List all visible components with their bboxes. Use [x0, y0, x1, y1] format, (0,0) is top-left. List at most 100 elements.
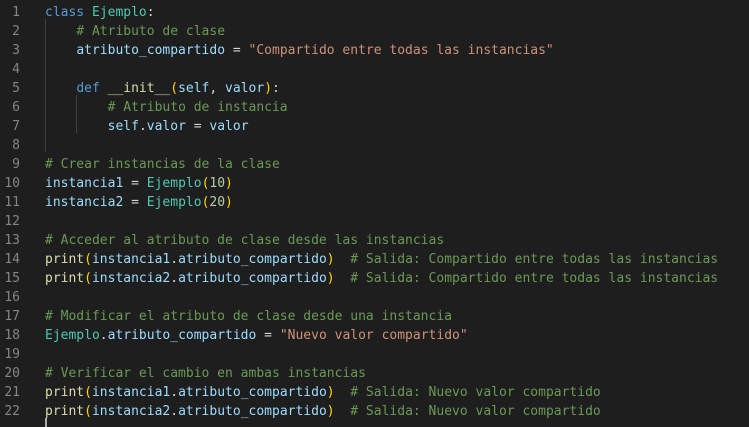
code-line[interactable]: 6 # Atributo de instancia: [0, 98, 749, 117]
code-line[interactable]: 10 instancia1 = Ejemplo(10): [0, 174, 749, 193]
code-line[interactable]: 21 print(instancia1.atributo_compartido) …: [0, 383, 749, 402]
line-number: 3: [12, 43, 20, 58]
code-line[interactable]: 7 self.valor = valor: [0, 117, 749, 136]
line-code[interactable]: # Verificar el cambio en ambas instancia…: [45, 364, 366, 383]
line-number: 6: [12, 100, 20, 115]
code-token: (: [84, 252, 92, 267]
code-token: # Atributo de instancia: [107, 100, 288, 115]
code-token: valor: [225, 81, 265, 96]
code-line[interactable]: 3 atributo_compartido = "Compartido entr…: [0, 41, 749, 60]
code-line[interactable]: 11 instancia2 = Ejemplo(20): [0, 193, 749, 212]
code-token: instancia1: [91, 385, 171, 400]
line-number: 9: [12, 157, 20, 172]
code-token: ): [326, 404, 335, 419]
code-line[interactable]: 15 print(instancia2.atributo_compartido) …: [0, 269, 749, 288]
line-code[interactable]: print(instancia1.atributo_compartido) # …: [45, 250, 718, 269]
code-token: "Nuevo valor compartido": [279, 328, 468, 343]
code-token: instancia1: [45, 176, 124, 191]
code-token: print: [45, 271, 85, 286]
code-line[interactable]: 8: [0, 136, 749, 155]
code-line[interactable]: 16: [0, 288, 749, 307]
line-code[interactable]: # Acceder al atributo de clase desde las…: [45, 231, 444, 250]
code-line[interactable]: 12: [0, 212, 749, 231]
code-token: def: [76, 81, 100, 96]
code-token: atributo_compartido: [178, 404, 327, 419]
line-number: 7: [12, 119, 20, 134]
code-token: instancia1: [91, 252, 171, 267]
line-code[interactable]: class Ejemplo:: [45, 3, 155, 22]
line-code[interactable]: # Atributo de instancia: [45, 98, 288, 117]
line-code[interactable]: def __init__(self, valor):: [45, 79, 280, 98]
code-token: :: [272, 81, 280, 96]
code-line[interactable]: 4: [0, 60, 749, 79]
line-code[interactable]: # Crear instancias de la clase: [45, 155, 280, 174]
line-code[interactable]: Ejemplo.atributo_compartido = "Nuevo val…: [45, 326, 468, 345]
line-number: 10: [4, 176, 20, 191]
line-code[interactable]: atributo_compartido = "Compartido entre …: [45, 41, 554, 60]
code-token: ): [326, 385, 335, 400]
code-line[interactable]: 19: [0, 345, 749, 364]
code-token: # Acceder al atributo de clase desde las…: [45, 233, 445, 248]
code-line[interactable]: 22 print(instancia2.atributo_compartido) …: [0, 402, 749, 421]
code-token: ): [264, 81, 273, 96]
line-code[interactable]: print(instancia2.atributo_compartido) # …: [45, 402, 601, 421]
code-token: 10: [209, 176, 226, 191]
code-line[interactable]: 9 # Crear instancias de la clase: [0, 155, 749, 174]
code-token: .: [138, 119, 147, 134]
code-token: atributo_compartido: [178, 271, 327, 286]
code-token: instancia2: [91, 271, 171, 286]
code-line[interactable]: 5 def __init__(self, valor):: [0, 79, 749, 98]
code-token: (: [84, 271, 92, 286]
code-token: __init__: [107, 81, 171, 96]
code-editor[interactable]: 1 class Ejemplo: 2 # Atributo de clase 3 at…: [0, 0, 749, 427]
code-token: "Compartido entre todas las instancias": [248, 43, 554, 58]
code-token: # Salida: Compartido entre todas las ins…: [350, 252, 719, 267]
code-token: print: [45, 404, 85, 419]
line-code[interactable]: print(instancia2.atributo_compartido) # …: [45, 269, 718, 288]
code-line[interactable]: 1 class Ejemplo:: [0, 3, 749, 22]
code-token: atributo_compartido: [178, 385, 327, 400]
line-code[interactable]: # Atributo de clase: [45, 22, 225, 41]
code-token: ): [326, 271, 335, 286]
code-token: # Atributo de clase: [76, 24, 226, 39]
code-line[interactable]: 2 # Atributo de clase: [0, 22, 749, 41]
line-number: 1: [12, 5, 20, 20]
code-line[interactable]: 17 # Modificar el atributo de clase desde…: [0, 307, 749, 326]
code-token: # Salida: Nuevo valor compartido: [350, 404, 601, 419]
code-token: .: [170, 385, 179, 400]
line-code[interactable]: instancia2 = Ejemplo(20): [45, 193, 233, 212]
line-number: 20: [4, 366, 20, 381]
line-number: 8: [12, 138, 20, 153]
code-token: :: [146, 5, 155, 20]
line-number: 22: [4, 404, 20, 419]
code-token: atributo_compartido: [107, 328, 257, 343]
line-number: 2: [12, 24, 20, 39]
code-token: 20: [209, 195, 226, 210]
code-token: # Verificar el cambio en ambas instancia…: [45, 366, 366, 381]
code-token: ): [225, 195, 233, 210]
line-code[interactable]: print(instancia1.atributo_compartido) # …: [45, 383, 601, 402]
code-line[interactable]: 14 print(instancia1.atributo_compartido) …: [0, 250, 749, 269]
code-token: .: [170, 252, 179, 267]
code-token: valor: [209, 119, 249, 134]
code-token: =: [225, 43, 249, 58]
line-number: 4: [12, 62, 20, 77]
code-line[interactable]: 18 Ejemplo.atributo_compartido = "Nuevo v…: [0, 326, 749, 345]
code-line[interactable]: 13 # Acceder al atributo de clase desde l…: [0, 231, 749, 250]
text-cursor: [45, 418, 47, 427]
line-number: 11: [4, 195, 20, 210]
code-token: ): [326, 252, 335, 267]
line-code[interactable]: instancia1 = Ejemplo(10): [45, 174, 233, 193]
code-token: # Salida: Nuevo valor compartido: [350, 385, 601, 400]
line-code[interactable]: # Modificar el atributo de clase desde u…: [45, 307, 452, 326]
code-line[interactable]: 20 # Verificar el cambio en ambas instanc…: [0, 364, 749, 383]
code-token: Ejemplo: [146, 176, 202, 191]
code-token: # Salida: Compartido entre todas las ins…: [350, 271, 719, 286]
line-code[interactable]: self.valor = valor: [45, 117, 249, 136]
code-token: (: [84, 385, 92, 400]
